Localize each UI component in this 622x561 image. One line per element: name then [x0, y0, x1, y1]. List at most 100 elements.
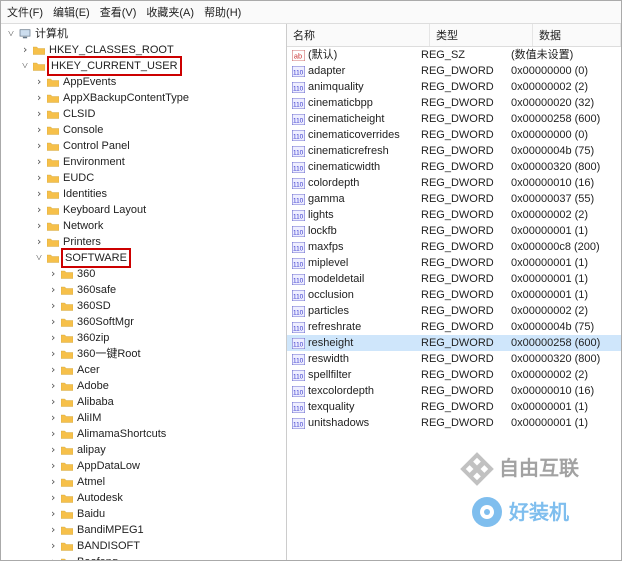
- expand-icon[interactable]: ›: [47, 362, 59, 378]
- value-row[interactable]: 110miplevelREG_DWORD0x00000001 (1): [287, 255, 621, 271]
- value-row[interactable]: 110cinematicbppREG_DWORD0x00000020 (32): [287, 95, 621, 111]
- value-row[interactable]: 110cinematicwidthREG_DWORD0x00000320 (80…: [287, 159, 621, 175]
- expand-icon[interactable]: ›: [33, 234, 45, 250]
- expand-icon[interactable]: ›: [47, 538, 59, 554]
- value-row[interactable]: 110texcolordepthREG_DWORD0x00000010 (16): [287, 383, 621, 399]
- value-row[interactable]: 110colordepthREG_DWORD0x00000010 (16): [287, 175, 621, 191]
- value-row[interactable]: 110cinematicrefreshREG_DWORD0x0000004b (…: [287, 143, 621, 159]
- expand-icon[interactable]: ›: [33, 154, 45, 170]
- expand-icon[interactable]: ›: [47, 330, 59, 346]
- value-row[interactable]: 110cinematicoverridesREG_DWORD0x00000000…: [287, 127, 621, 143]
- tree-hkcu-9[interactable]: ›Network: [1, 218, 286, 234]
- value-row[interactable]: 110resheightREG_DWORD0x00000258 (600): [287, 335, 621, 351]
- value-row[interactable]: 110animqualityREG_DWORD0x00000002 (2): [287, 79, 621, 95]
- tree-sw-7[interactable]: ›Adobe: [1, 378, 286, 394]
- tree-hkcu-10[interactable]: ›Printers: [1, 234, 286, 250]
- expand-icon[interactable]: ›: [47, 314, 59, 330]
- tree-hkcu-2[interactable]: ›CLSID: [1, 106, 286, 122]
- tree-sw-1[interactable]: ›360safe: [1, 282, 286, 298]
- tree-root[interactable]: ˅计算机: [1, 26, 286, 42]
- expand-icon[interactable]: ›: [47, 474, 59, 490]
- value-row[interactable]: 110texqualityREG_DWORD0x00000001 (1): [287, 399, 621, 415]
- value-row[interactable]: 110adapterREG_DWORD0x00000000 (0): [287, 63, 621, 79]
- expand-icon[interactable]: ›: [47, 378, 59, 394]
- expand-icon[interactable]: ›: [47, 394, 59, 410]
- expand-icon[interactable]: ›: [47, 298, 59, 314]
- menu-help[interactable]: 帮助(H): [204, 4, 241, 20]
- tree-sw-13[interactable]: ›Atmel: [1, 474, 286, 490]
- value-row[interactable]: 110cinematicheightREG_DWORD0x00000258 (6…: [287, 111, 621, 127]
- tree-hkcu-4[interactable]: ›Control Panel: [1, 138, 286, 154]
- values-pane[interactable]: 名称 类型 数据 ab(默认)REG_SZ(数值未设置)110adapterRE…: [287, 24, 621, 560]
- expand-icon[interactable]: ›: [33, 138, 45, 154]
- tree-sw-18[interactable]: ›Baofeng: [1, 554, 286, 560]
- value-row[interactable]: 110particlesREG_DWORD0x00000002 (2): [287, 303, 621, 319]
- expand-icon[interactable]: ›: [47, 554, 59, 560]
- tree-sw-10[interactable]: ›AlimamaShortcuts: [1, 426, 286, 442]
- tree-sw-2[interactable]: ›360SD: [1, 298, 286, 314]
- expand-icon[interactable]: ›: [47, 410, 59, 426]
- tree-sw-17[interactable]: ›BANDISOFT: [1, 538, 286, 554]
- tree-hkcu-1[interactable]: ›AppXBackupContentType: [1, 90, 286, 106]
- expand-icon[interactable]: ›: [19, 42, 31, 58]
- tree-sw-5[interactable]: ›360一键Root: [1, 346, 286, 362]
- expand-icon[interactable]: ›: [47, 522, 59, 538]
- tree-software[interactable]: ˅SOFTWARE: [1, 250, 286, 266]
- tree-sw-16[interactable]: ›BandiMPEG1: [1, 522, 286, 538]
- expand-icon[interactable]: ˅: [19, 58, 31, 74]
- expand-icon[interactable]: ›: [33, 106, 45, 122]
- value-row[interactable]: 110lockfbREG_DWORD0x00000001 (1): [287, 223, 621, 239]
- value-row[interactable]: 110refreshrateREG_DWORD0x0000004b (75): [287, 319, 621, 335]
- tree-sw-9[interactable]: ›AliIM: [1, 410, 286, 426]
- tree-sw-8[interactable]: ›Alibaba: [1, 394, 286, 410]
- menu-fav[interactable]: 收藏夹(A): [146, 4, 194, 20]
- tree-sw-14[interactable]: ›Autodesk: [1, 490, 286, 506]
- value-row[interactable]: 110lightsREG_DWORD0x00000002 (2): [287, 207, 621, 223]
- value-row[interactable]: ab(默认)REG_SZ(数值未设置): [287, 47, 621, 63]
- expand-icon[interactable]: ›: [33, 202, 45, 218]
- tree-pane[interactable]: ˅计算机›HKEY_CLASSES_ROOT˅HKEY_CURRENT_USER…: [1, 24, 287, 560]
- tree-hkcu-6[interactable]: ›EUDC: [1, 170, 286, 186]
- menu-edit[interactable]: 编辑(E): [53, 4, 90, 20]
- expand-icon[interactable]: ›: [33, 170, 45, 186]
- menu-view[interactable]: 查看(V): [100, 4, 137, 20]
- tree-hkcu-7[interactable]: ›Identities: [1, 186, 286, 202]
- expand-icon[interactable]: ›: [47, 506, 59, 522]
- tree-sw-0[interactable]: ›360: [1, 266, 286, 282]
- tree-hkcu-0[interactable]: ›AppEvents: [1, 74, 286, 90]
- value-row[interactable]: 110spellfilterREG_DWORD0x00000002 (2): [287, 367, 621, 383]
- expand-icon[interactable]: ›: [47, 282, 59, 298]
- expand-icon[interactable]: ›: [47, 426, 59, 442]
- tree-hkcu-3[interactable]: ›Console: [1, 122, 286, 138]
- menu-file[interactable]: 文件(F): [7, 4, 43, 20]
- col-data[interactable]: 数据: [533, 24, 621, 46]
- value-row[interactable]: 110modeldetailREG_DWORD0x00000001 (1): [287, 271, 621, 287]
- value-row[interactable]: 110occlusionREG_DWORD0x00000001 (1): [287, 287, 621, 303]
- tree-sw-4[interactable]: ›360zip: [1, 330, 286, 346]
- expand-icon[interactable]: ›: [33, 218, 45, 234]
- tree-sw-11[interactable]: ›alipay: [1, 442, 286, 458]
- tree-sw-15[interactable]: ›Baidu: [1, 506, 286, 522]
- value-row[interactable]: 110reswidthREG_DWORD0x00000320 (800): [287, 351, 621, 367]
- col-type[interactable]: 类型: [430, 24, 533, 46]
- expand-icon[interactable]: ›: [33, 122, 45, 138]
- expand-icon[interactable]: ›: [47, 458, 59, 474]
- col-name[interactable]: 名称: [287, 24, 430, 46]
- expand-icon[interactable]: ›: [33, 186, 45, 202]
- tree-sw-12[interactable]: ›AppDataLow: [1, 458, 286, 474]
- tree-sw-6[interactable]: ›Acer: [1, 362, 286, 378]
- tree-hkcu-5[interactable]: ›Environment: [1, 154, 286, 170]
- expand-icon[interactable]: ›: [47, 346, 59, 362]
- tree-hkcu[interactable]: ˅HKEY_CURRENT_USER: [1, 58, 286, 74]
- value-row[interactable]: 110maxfpsREG_DWORD0x000000c8 (200): [287, 239, 621, 255]
- expand-icon[interactable]: ›: [33, 74, 45, 90]
- expand-icon[interactable]: ›: [33, 90, 45, 106]
- tree-sw-3[interactable]: ›360SoftMgr: [1, 314, 286, 330]
- expand-icon[interactable]: ›: [47, 442, 59, 458]
- expand-icon[interactable]: ›: [47, 490, 59, 506]
- expand-icon[interactable]: ˅: [33, 250, 45, 266]
- expand-icon[interactable]: ›: [47, 266, 59, 282]
- tree-hkcu-8[interactable]: ›Keyboard Layout: [1, 202, 286, 218]
- expand-icon[interactable]: ˅: [5, 26, 17, 42]
- value-row[interactable]: 110unitshadowsREG_DWORD0x00000001 (1): [287, 415, 621, 431]
